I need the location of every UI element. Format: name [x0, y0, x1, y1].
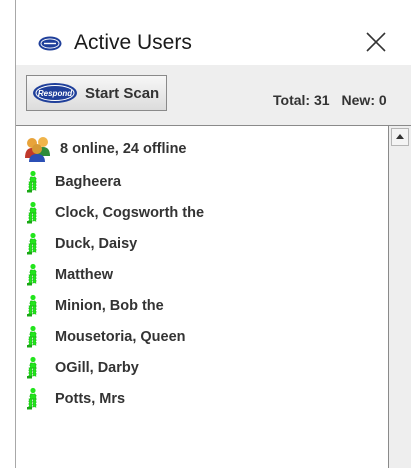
- user-name: Potts, Mrs: [55, 391, 126, 407]
- respond-logo-icon: Respond: [33, 83, 77, 103]
- user-name: Clock, Cogsworth the: [55, 205, 205, 221]
- user-name: Minion, Bob the: [55, 298, 164, 314]
- online-user-icon: [27, 170, 37, 193]
- user-stats: Total: 31 New: 0: [273, 92, 387, 108]
- online-user-icon: [27, 263, 37, 286]
- online-summary: 8 online, 24 offline: [60, 141, 187, 157]
- user-name: Matthew: [55, 267, 113, 283]
- list-item[interactable]: OGill, Darby: [25, 355, 139, 381]
- toolbar: Respond Start Scan Total: 31 New: 0: [16, 65, 411, 125]
- summary-row: 8 online, 24 offline: [24, 136, 187, 162]
- vertical-scrollbar[interactable]: [389, 125, 411, 468]
- list-item[interactable]: Potts, Mrs: [25, 386, 125, 412]
- user-name: Mousetoria, Queen: [55, 329, 186, 345]
- online-user-icon: [27, 294, 37, 317]
- list-item[interactable]: Mousetoria, Queen: [25, 324, 186, 350]
- online-user-icon: [27, 201, 37, 224]
- list-item[interactable]: Matthew: [25, 262, 113, 288]
- arrow-up-icon: [396, 134, 404, 139]
- list-item[interactable]: Duck, Daisy: [25, 231, 137, 257]
- close-icon[interactable]: [365, 31, 387, 53]
- user-name: OGill, Darby: [55, 360, 139, 376]
- title-bar: Active Users: [16, 0, 411, 65]
- user-group-icon: [25, 137, 50, 162]
- online-user-icon: [27, 356, 37, 379]
- online-user-icon: [27, 232, 37, 255]
- scroll-up-button[interactable]: [391, 128, 409, 146]
- new-count: New: 0: [341, 92, 387, 108]
- user-name: Bagheera: [55, 174, 122, 190]
- svg-text:Respond: Respond: [38, 89, 73, 98]
- list-item[interactable]: Bagheera: [25, 169, 121, 195]
- user-name: Duck, Daisy: [55, 236, 138, 252]
- active-users-window: Active Users Respond Start Scan Total: 3…: [15, 0, 411, 468]
- total-count: Total: 31: [273, 92, 330, 108]
- list-item[interactable]: Minion, Bob the: [25, 293, 164, 319]
- start-scan-label: Start Scan: [85, 84, 160, 102]
- window-title: Active Users: [74, 31, 192, 54]
- online-user-icon: [27, 325, 37, 348]
- list-item[interactable]: Clock, Cogsworth the: [25, 200, 204, 226]
- start-scan-button[interactable]: Respond Start Scan: [26, 75, 167, 111]
- user-list[interactable]: 8 online, 24 offline Bagheera Clock, Cog…: [16, 125, 389, 468]
- online-user-icon: [27, 387, 37, 410]
- respond-logo-icon: [38, 36, 62, 51]
